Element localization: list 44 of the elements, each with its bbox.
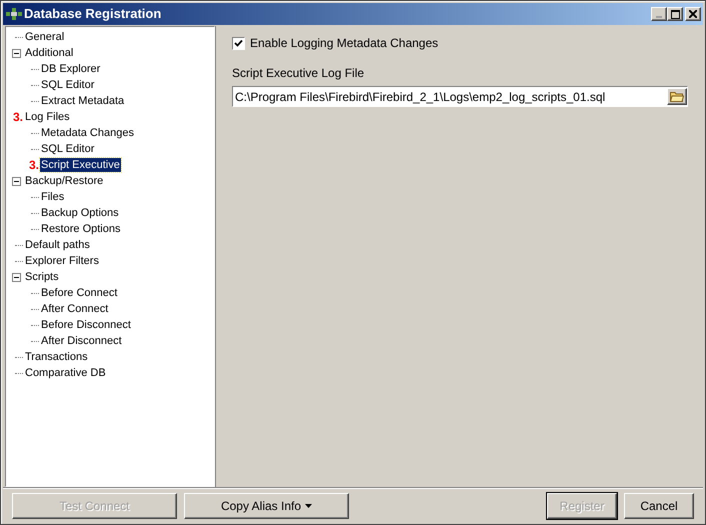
tree-item[interactable]: Metadata Changes	[40, 126, 135, 140]
tree-item[interactable]: Additional	[24, 46, 74, 60]
tree-item[interactable]: General	[24, 30, 66, 44]
tree-item[interactable]: DB Explorer	[40, 62, 102, 76]
tree-item[interactable]: Files	[40, 190, 66, 204]
folder-icon	[670, 91, 684, 102]
checkbox[interactable]	[232, 36, 245, 50]
maximize-icon	[670, 10, 680, 18]
close-button[interactable]	[685, 7, 701, 21]
maximize-button[interactable]	[667, 7, 683, 21]
browse-button[interactable]	[667, 88, 687, 105]
tree-item[interactable]: After Disconnect	[40, 334, 123, 348]
tree-item[interactable]: SQL Editor	[40, 78, 96, 92]
checkbox-label: Enable Logging Metadata Changes	[250, 35, 438, 52]
tree-item[interactable]: Scripts	[24, 270, 60, 284]
minus-icon	[14, 274, 19, 280]
tree-item[interactable]: Default paths	[24, 238, 91, 252]
collapse-toggle[interactable]	[12, 48, 21, 58]
tree-item[interactable]: Backup/Restore	[24, 174, 104, 188]
tree-item[interactable]: SQL Editor	[40, 142, 96, 156]
minus-icon	[14, 178, 19, 184]
tree-item[interactable]: Comparative DB	[24, 366, 107, 380]
collapse-toggle[interactable]	[12, 176, 21, 186]
close-icon	[689, 10, 697, 18]
tree-item[interactable]: After Connect	[40, 302, 110, 316]
tree-item[interactable]: Script Executive	[40, 158, 121, 172]
app-icon	[6, 8, 22, 20]
tree-item[interactable]: Restore Options	[40, 222, 122, 236]
tree-item[interactable]: Extract Metadata	[40, 94, 126, 108]
tree-item[interactable]: Transactions	[24, 350, 89, 364]
field-label: Script Executive Log File	[232, 65, 366, 82]
step-marker: 3.	[28, 159, 39, 171]
step-marker: 3.	[12, 111, 23, 123]
window-title: Database Registration	[24, 5, 162, 24]
tree-item[interactable]: Before Connect	[40, 286, 118, 300]
collapse-toggle[interactable]	[12, 272, 21, 282]
tree-item[interactable]: Backup Options	[40, 206, 120, 220]
tree-item[interactable]: Before Disconnect	[40, 318, 132, 332]
tree-item[interactable]: Explorer Filters	[24, 254, 100, 268]
file-path-field[interactable]: C:\Program Files\Firebird\Firebird_2_1\Logs\emp2_log_scripts_01.sql	[232, 86, 688, 107]
dialog-button[interactable]: Copy Alias Info	[184, 493, 349, 519]
minus-icon	[14, 50, 19, 56]
dialog-button[interactable]: Cancel	[624, 493, 694, 519]
tree-item[interactable]: Log Files	[24, 110, 71, 124]
